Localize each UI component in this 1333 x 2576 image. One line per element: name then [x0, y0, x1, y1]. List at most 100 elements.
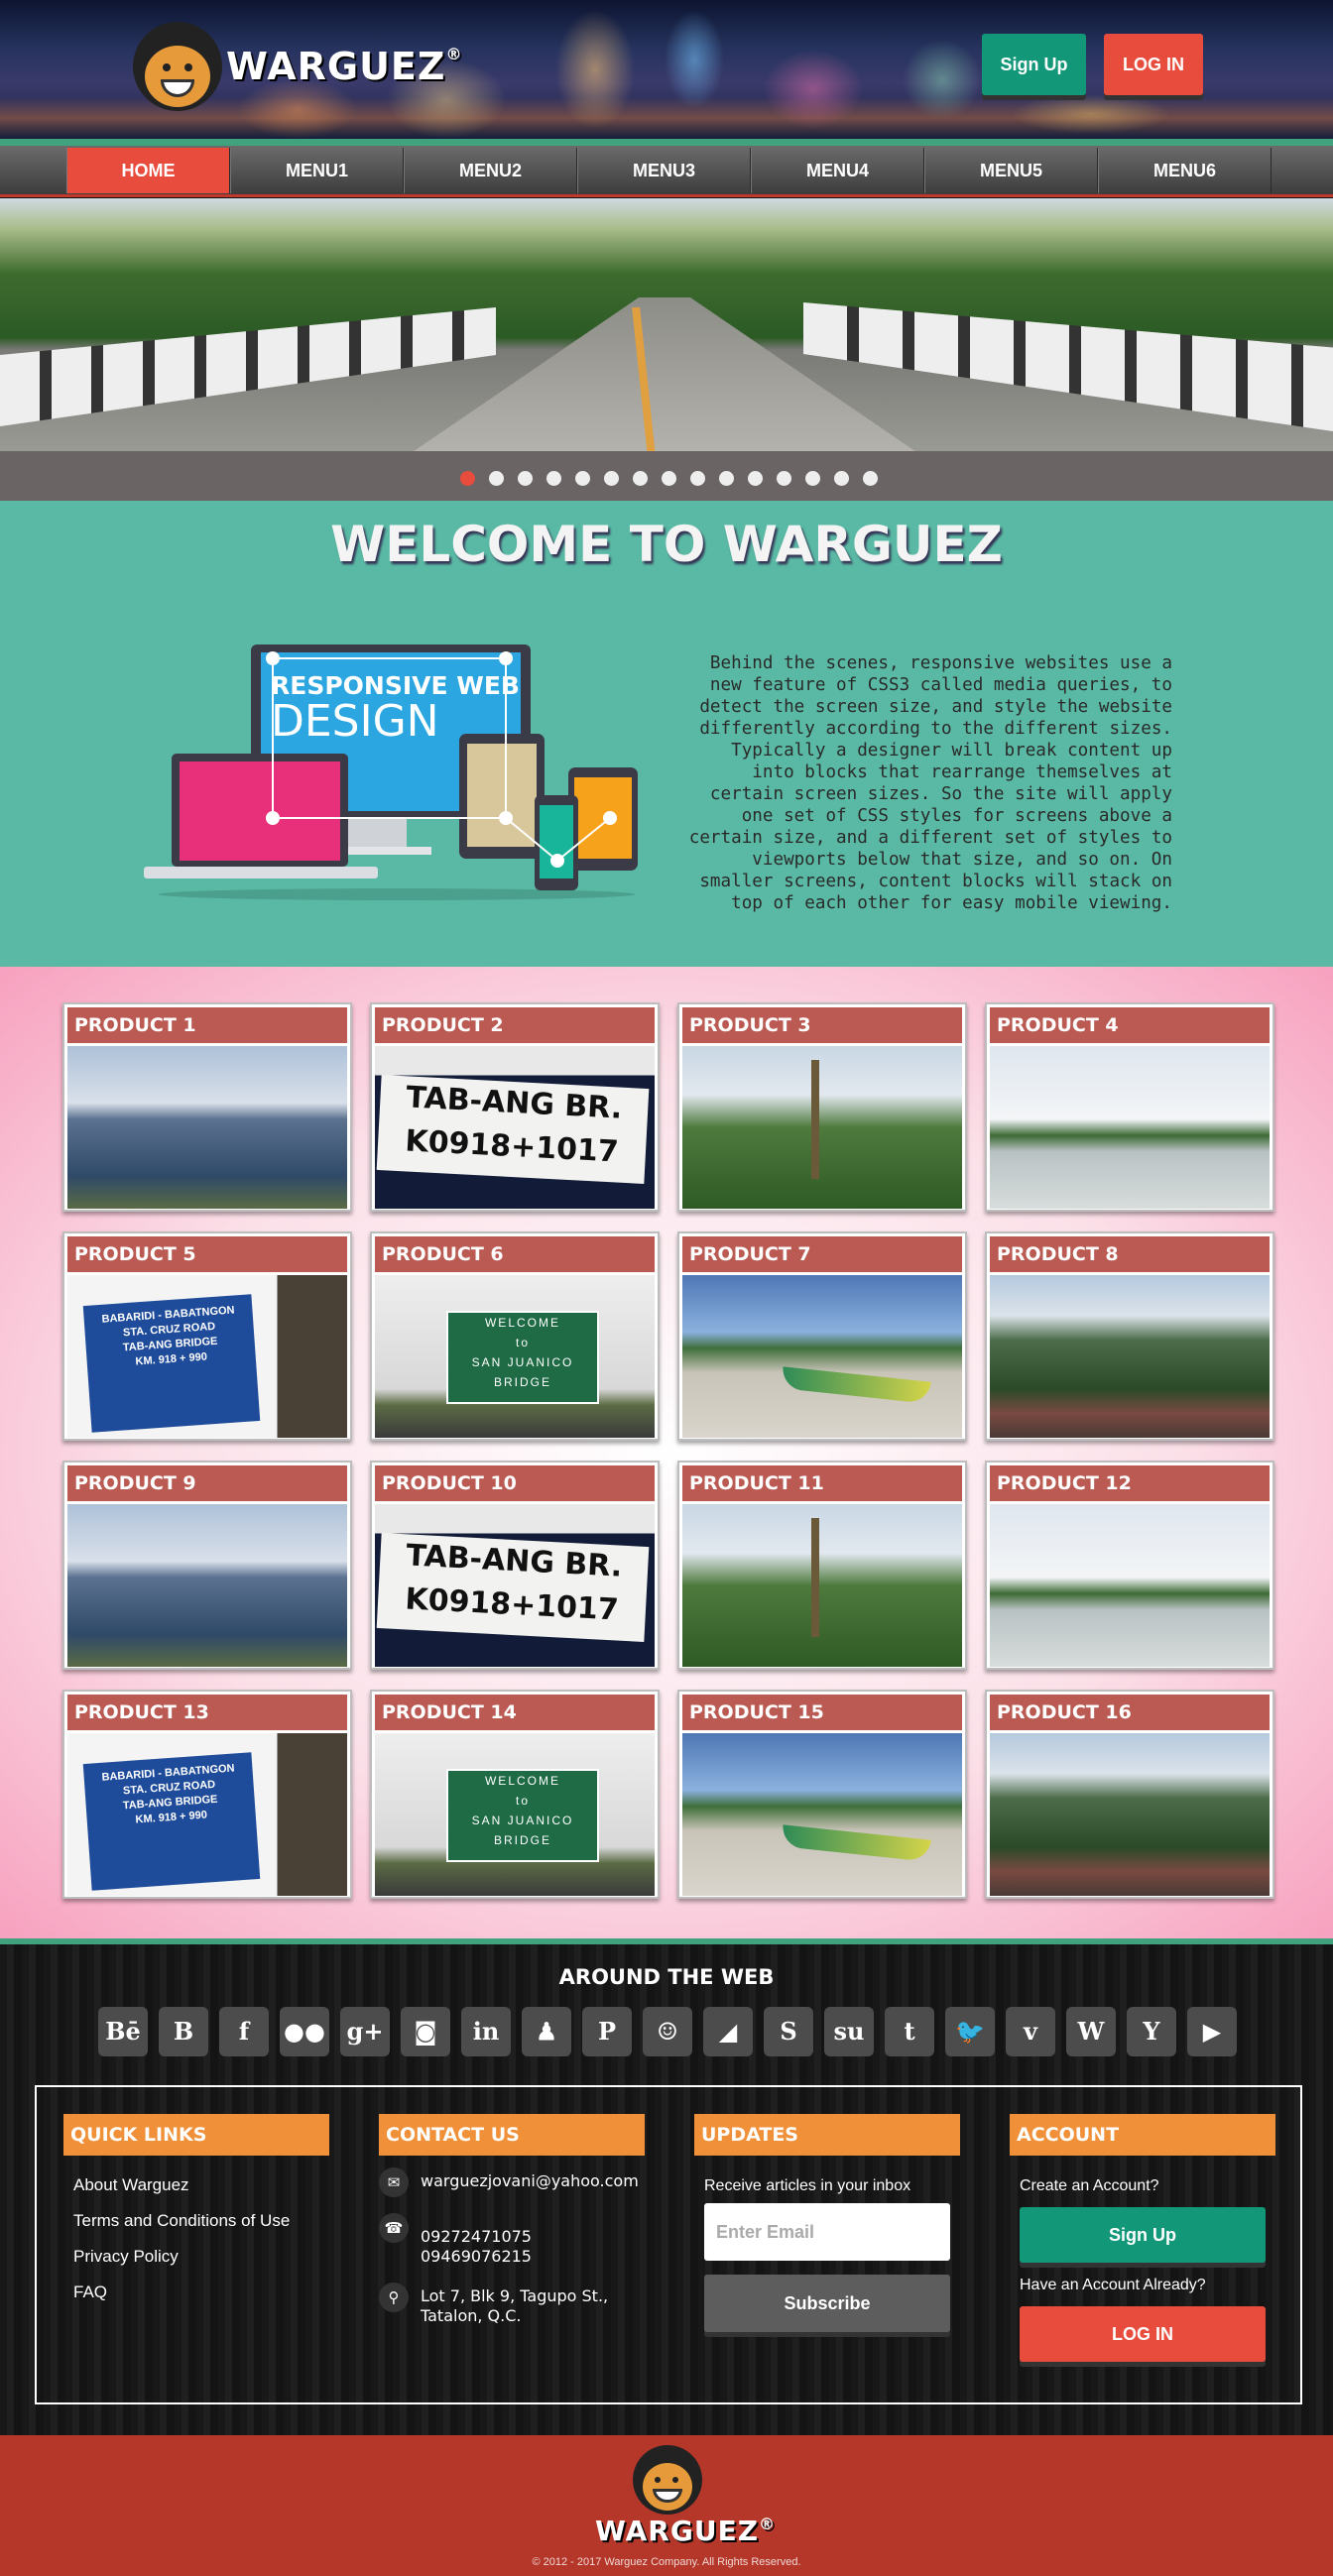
product-card[interactable]: PRODUCT 5 — [62, 1231, 352, 1441]
contact-email[interactable]: warguezjovani@yahoo.com — [421, 2167, 639, 2191]
product-image[interactable] — [375, 1733, 655, 1896]
product-title: PRODUCT 6 — [375, 1236, 655, 1272]
product-title: PRODUCT 4 — [990, 1007, 1270, 1043]
slider-dot[interactable] — [834, 471, 849, 486]
nav-item-home[interactable]: HOME — [66, 148, 230, 193]
product-title: PRODUCT 14 — [375, 1695, 655, 1730]
product-image[interactable] — [375, 1504, 655, 1667]
flickr-icon[interactable]: ●● — [280, 2007, 329, 2056]
behance-icon[interactable]: Bē — [98, 2007, 148, 2056]
header-login-button[interactable]: LOG IN — [1104, 34, 1203, 95]
facebook-icon[interactable]: f — [219, 2007, 269, 2056]
product-image[interactable] — [67, 1733, 347, 1896]
rss-icon[interactable]: ◢ — [703, 2007, 753, 2056]
slider-dot[interactable] — [748, 471, 763, 486]
stumbleupon-icon[interactable]: su — [824, 2007, 874, 2056]
yahoo-icon[interactable]: Y — [1127, 2007, 1176, 2056]
product-image[interactable] — [67, 1046, 347, 1209]
product-card[interactable]: PRODUCT 12 — [985, 1461, 1274, 1670]
product-card[interactable]: PRODUCT 10 — [370, 1461, 660, 1670]
product-card[interactable]: PRODUCT 13 — [62, 1690, 352, 1899]
product-card[interactable]: PRODUCT 16 — [985, 1690, 1274, 1899]
contact-title: CONTACT US — [379, 2114, 645, 2156]
product-card[interactable]: PRODUCT 3 — [677, 1002, 967, 1212]
copyright-text: © 2012 - 2017 Warguez Company. All Right… — [532, 2556, 801, 2568]
product-card[interactable]: PRODUCT 15 — [677, 1690, 967, 1899]
product-image[interactable] — [375, 1046, 655, 1209]
footer-signup-button[interactable]: Sign Up — [1020, 2207, 1266, 2263]
tumblr-icon[interactable]: t — [885, 2007, 934, 2056]
pinterest-icon[interactable]: P — [582, 2007, 632, 2056]
product-card[interactable]: PRODUCT 1 — [62, 1002, 352, 1212]
link-terms[interactable]: Terms and Conditions of Use — [73, 2211, 329, 2231]
link-privacy[interactable]: Privacy Policy — [73, 2247, 329, 2267]
slider-dot[interactable] — [518, 471, 533, 486]
product-card[interactable]: PRODUCT 14 — [370, 1690, 660, 1899]
nav-item-menu6[interactable]: MENU6 — [1098, 148, 1272, 193]
product-image[interactable] — [67, 1504, 347, 1667]
product-image[interactable] — [375, 1275, 655, 1438]
skype-icon[interactable]: S — [764, 2007, 813, 2056]
newsletter-email-input[interactable] — [704, 2203, 950, 2261]
registered-mark: ® — [445, 45, 463, 63]
product-image[interactable] — [990, 1046, 1270, 1209]
logo-text: WARGUEZ — [226, 45, 446, 88]
slider-dot[interactable] — [575, 471, 590, 486]
contact-phone-1: 09272471075 — [421, 2227, 532, 2246]
nav-item-menu4[interactable]: MENU4 — [751, 148, 924, 193]
nav-item-menu1[interactable]: MENU1 — [230, 148, 404, 193]
product-card[interactable]: PRODUCT 7 — [677, 1231, 967, 1441]
footer-logo[interactable]: WARGUEZ® — [595, 2445, 775, 2547]
product-card[interactable]: PRODUCT 8 — [985, 1231, 1274, 1441]
wikipedia-icon[interactable]: W — [1066, 2007, 1116, 2056]
twitter-icon[interactable]: 🐦 — [945, 2007, 995, 2056]
footer-login-button[interactable]: LOG IN — [1020, 2306, 1266, 2362]
product-title: PRODUCT 13 — [67, 1695, 347, 1730]
nav-item-menu2[interactable]: MENU2 — [404, 148, 577, 193]
nav-item-menu5[interactable]: MENU5 — [924, 148, 1098, 193]
nav-item-menu3[interactable]: MENU3 — [577, 148, 751, 193]
slider-dot[interactable] — [805, 471, 820, 486]
slider-dot[interactable] — [777, 471, 791, 486]
hero-slider-image[interactable] — [0, 198, 1333, 451]
product-card[interactable]: PRODUCT 4 — [985, 1002, 1274, 1212]
vimeo-icon[interactable]: v — [1006, 2007, 1055, 2056]
link-faq[interactable]: FAQ — [73, 2283, 329, 2302]
slider-dot[interactable] — [690, 471, 705, 486]
product-image[interactable] — [682, 1733, 962, 1896]
link-about[interactable]: About Warguez — [73, 2175, 329, 2195]
slider-dot[interactable] — [863, 471, 878, 486]
product-image[interactable] — [682, 1504, 962, 1667]
product-image[interactable] — [990, 1504, 1270, 1667]
product-title: PRODUCT 9 — [67, 1465, 347, 1501]
product-image[interactable] — [990, 1275, 1270, 1438]
product-image[interactable] — [67, 1275, 347, 1438]
slider-dot[interactable] — [489, 471, 504, 486]
slider-dot[interactable] — [460, 471, 475, 486]
product-image[interactable] — [682, 1046, 962, 1209]
product-card[interactable]: PRODUCT 9 — [62, 1461, 352, 1670]
product-card[interactable]: PRODUCT 11 — [677, 1461, 967, 1670]
product-image[interactable] — [682, 1275, 962, 1438]
youtube-icon[interactable]: ▶ — [1187, 2007, 1237, 2056]
google-plus-icon[interactable]: g+ — [340, 2007, 390, 2056]
instagram-icon[interactable]: ◙ — [401, 2007, 450, 2056]
product-card[interactable]: PRODUCT 2 — [370, 1002, 660, 1212]
product-image[interactable] — [990, 1733, 1270, 1896]
product-title: PRODUCT 5 — [67, 1236, 347, 1272]
blogger-icon[interactable]: B — [159, 2007, 208, 2056]
slider-dot[interactable] — [633, 471, 648, 486]
have-account-label: Have an Account Already? — [1020, 2277, 1206, 2293]
myspace-icon[interactable]: ♟ — [522, 2007, 571, 2056]
reddit-icon[interactable]: ☺ — [643, 2007, 692, 2056]
slider-dot[interactable] — [604, 471, 619, 486]
subscribe-button[interactable]: Subscribe — [704, 2275, 950, 2332]
slider-dot[interactable] — [719, 471, 734, 486]
slider-dot[interactable] — [546, 471, 561, 486]
site-logo[interactable]: WARGUEZ® — [133, 22, 462, 111]
product-card[interactable]: PRODUCT 6 — [370, 1231, 660, 1441]
linkedin-icon[interactable]: in — [461, 2007, 511, 2056]
quick-links-column: QUICK LINKS About Warguez Terms and Cond… — [63, 2114, 329, 2318]
slider-dot[interactable] — [662, 471, 676, 486]
header-signup-button[interactable]: Sign Up — [982, 34, 1086, 95]
